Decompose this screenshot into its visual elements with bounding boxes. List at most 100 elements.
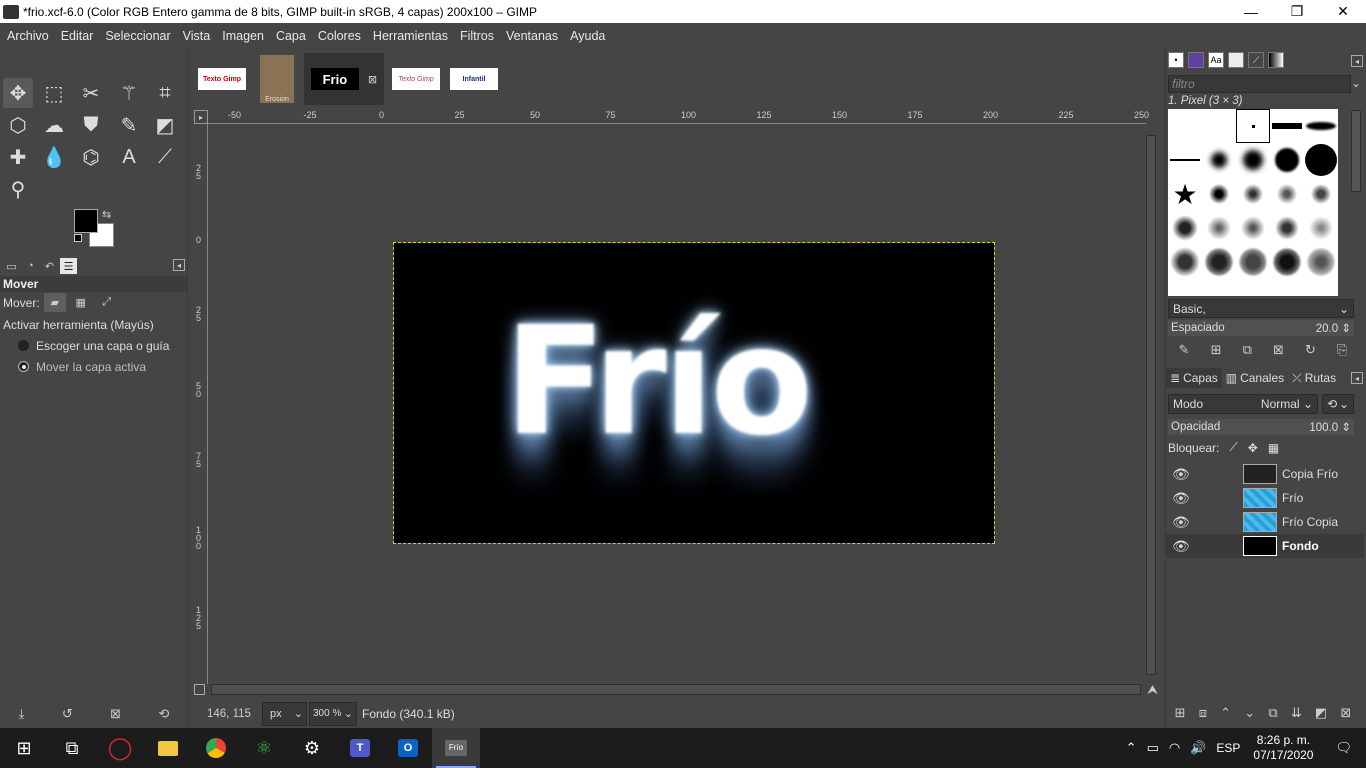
move-layer-mode-icon[interactable]: ▰: [43, 293, 66, 312]
layer-name[interactable]: Copia Frío: [1282, 467, 1338, 481]
canvas-viewport[interactable]: Frío: [209, 125, 1145, 685]
unit-select[interactable]: px ⌄: [262, 701, 307, 726]
reset-colors-icon[interactable]: [74, 234, 82, 242]
gimp-taskbar-icon[interactable]: Frío: [432, 728, 480, 768]
undo-history-tab-icon[interactable]: ↶: [41, 258, 58, 274]
layer-name[interactable]: Frío: [1282, 491, 1303, 505]
anchor-layer-icon[interactable]: ⇊: [1291, 705, 1302, 721]
brush-block[interactable]: [1270, 109, 1304, 143]
rect-select-tool-icon[interactable]: ⬚: [39, 78, 69, 108]
brush-texture-4[interactable]: [1270, 245, 1304, 279]
brush-pixel[interactable]: [1236, 109, 1270, 143]
image-canvas[interactable]: Frío: [393, 242, 995, 544]
layer-row[interactable]: 👁 Copia Frío: [1166, 462, 1364, 486]
brush-grunge-3[interactable]: [1236, 211, 1270, 245]
brush-texture-2[interactable]: [1202, 245, 1236, 279]
image-tab-erosion[interactable]: Erosion: [253, 53, 301, 105]
panel-menu-icon[interactable]: ◂: [1351, 55, 1363, 67]
brush-hard-large[interactable]: [1304, 143, 1338, 177]
brush-texture-3[interactable]: [1236, 245, 1270, 279]
move-tool-icon[interactable]: ✥: [3, 78, 33, 108]
radio-move-active-layer[interactable]: [18, 361, 29, 372]
file-explorer-icon[interactable]: [144, 728, 192, 768]
paint-dynamics-tab-icon[interactable]: ⟋: [1248, 52, 1264, 68]
tab-rutas[interactable]: ⤫ Rutas: [1288, 368, 1340, 388]
move-path-mode-icon[interactable]: ⤢: [96, 293, 118, 312]
brush-splatter-1[interactable]: [1202, 177, 1236, 211]
edit-brush-icon[interactable]: ✎: [1179, 342, 1190, 358]
color-picker-tool-icon[interactable]: ⟋: [150, 142, 180, 172]
bucket-fill-tool-icon[interactable]: ⛊: [76, 110, 106, 140]
spin-arrows-icon[interactable]: ⇕: [1341, 422, 1351, 434]
brushes-tab-icon[interactable]: •: [1168, 52, 1184, 68]
menu-archivo[interactable]: Archivo: [1, 29, 55, 43]
new-layer-icon[interactable]: ⊞: [1175, 705, 1186, 721]
foreground-color-swatch[interactable]: [74, 209, 98, 233]
text-tool-icon[interactable]: A: [114, 142, 144, 172]
layer-row[interactable]: 👁 Frío: [1166, 486, 1364, 510]
zoom-tool-icon[interactable]: ⚲: [3, 174, 33, 204]
restore-options-icon[interactable]: ↺: [62, 706, 73, 722]
open-brush-as-image-icon[interactable]: ⎘: [1337, 342, 1347, 358]
eraser-tool-icon[interactable]: ◩: [150, 110, 180, 140]
horizontal-scroll-thumb[interactable]: [211, 684, 1141, 695]
layer-mode-reset[interactable]: ⟲ ⌄: [1322, 394, 1354, 414]
menu-herramientas[interactable]: Herramientas: [367, 29, 454, 43]
atom-app-icon[interactable]: ⚛: [240, 728, 288, 768]
menu-ventanas[interactable]: Ventanas: [500, 29, 564, 43]
image-tab-texto-gimp-2[interactable]: Texto Gimp: [388, 53, 444, 105]
brush-grunge-1[interactable]: [1168, 211, 1202, 245]
duplicate-layer-icon[interactable]: ⧉: [1268, 705, 1277, 721]
smudge-tool-icon[interactable]: 💧: [39, 142, 69, 172]
brush-grunge-5[interactable]: [1304, 211, 1338, 245]
vertical-scroll-thumb[interactable]: [1146, 135, 1156, 675]
battery-icon[interactable]: ▭: [1142, 740, 1164, 756]
menu-filtros[interactable]: Filtros: [454, 29, 500, 43]
notifications-icon[interactable]: 🗨: [1321, 740, 1366, 756]
delete-layer-icon[interactable]: ⊠: [1340, 705, 1351, 721]
maximize-button[interactable]: ❐: [1274, 0, 1320, 23]
input-language[interactable]: ESP: [1211, 741, 1245, 755]
lower-layer-icon[interactable]: ⌄: [1244, 705, 1255, 721]
menu-colores[interactable]: Colores: [312, 29, 367, 43]
image-tab-frio[interactable]: Frio ⊠: [304, 53, 384, 105]
brush-splatter-2[interactable]: [1236, 177, 1270, 211]
brush-grid[interactable]: ★: [1168, 109, 1338, 296]
raise-layer-icon[interactable]: ⌃: [1220, 705, 1231, 721]
zoom-select[interactable]: 300 % ⌄: [309, 701, 357, 726]
duplicate-brush-icon[interactable]: ⧉: [1243, 342, 1252, 358]
radio-pick-layer[interactable]: [18, 340, 29, 351]
new-brush-icon[interactable]: ⊞: [1211, 342, 1222, 358]
brush-soft-small[interactable]: [1202, 143, 1236, 177]
lock-position-icon[interactable]: ✥: [1248, 441, 1258, 455]
transform-tool-icon[interactable]: ⬡: [3, 110, 33, 140]
visibility-eye-icon[interactable]: 👁: [1166, 466, 1196, 483]
layer-row[interactable]: 👁 Frío Copia: [1166, 510, 1364, 534]
visibility-eye-icon[interactable]: 👁: [1166, 538, 1196, 555]
settings-gear-icon[interactable]: ⚙: [288, 728, 336, 768]
brush-soft-medium[interactable]: [1236, 143, 1270, 177]
brush-texture-1[interactable]: [1168, 245, 1202, 279]
brush-line[interactable]: [1168, 143, 1202, 177]
image-tab-texto-gimp[interactable]: Texto Gimp: [193, 53, 251, 105]
brush-splatter-4[interactable]: [1304, 177, 1338, 211]
task-view-icon[interactable]: ⧉: [48, 728, 96, 768]
warp-tool-icon[interactable]: ☁: [39, 110, 69, 140]
close-button[interactable]: ✕: [1320, 0, 1366, 23]
option-move-active-layer[interactable]: Mover la capa activa: [0, 356, 188, 377]
brush-grunge-4[interactable]: [1270, 211, 1304, 245]
brush-star[interactable]: ★: [1168, 177, 1202, 211]
new-layer-group-icon[interactable]: ⧈: [1199, 705, 1207, 721]
teams-icon[interactable]: T: [336, 728, 384, 768]
layer-row-active[interactable]: 👁 Fondo: [1166, 534, 1364, 558]
horizontal-ruler[interactable]: -50 -25 0 25 50 75 100 125 150 175 200 225 250: [208, 110, 1149, 124]
brush-tag-select[interactable]: Basic, ⌄: [1168, 299, 1354, 318]
tool-options-tab-icon[interactable]: ☰: [60, 258, 77, 274]
menu-imagen[interactable]: Imagen: [216, 29, 270, 43]
delete-brush-icon[interactable]: ⊠: [1273, 342, 1284, 358]
fuzzy-select-tool-icon[interactable]: ⚚: [114, 78, 144, 108]
visibility-eye-icon[interactable]: 👁: [1166, 490, 1196, 507]
brush-spacing-spinner[interactable]: Espaciado 20.0 ⇕: [1168, 320, 1354, 336]
layer-name[interactable]: Frío Copia: [1282, 515, 1338, 529]
crop-tool-icon[interactable]: ⌗: [150, 78, 180, 108]
